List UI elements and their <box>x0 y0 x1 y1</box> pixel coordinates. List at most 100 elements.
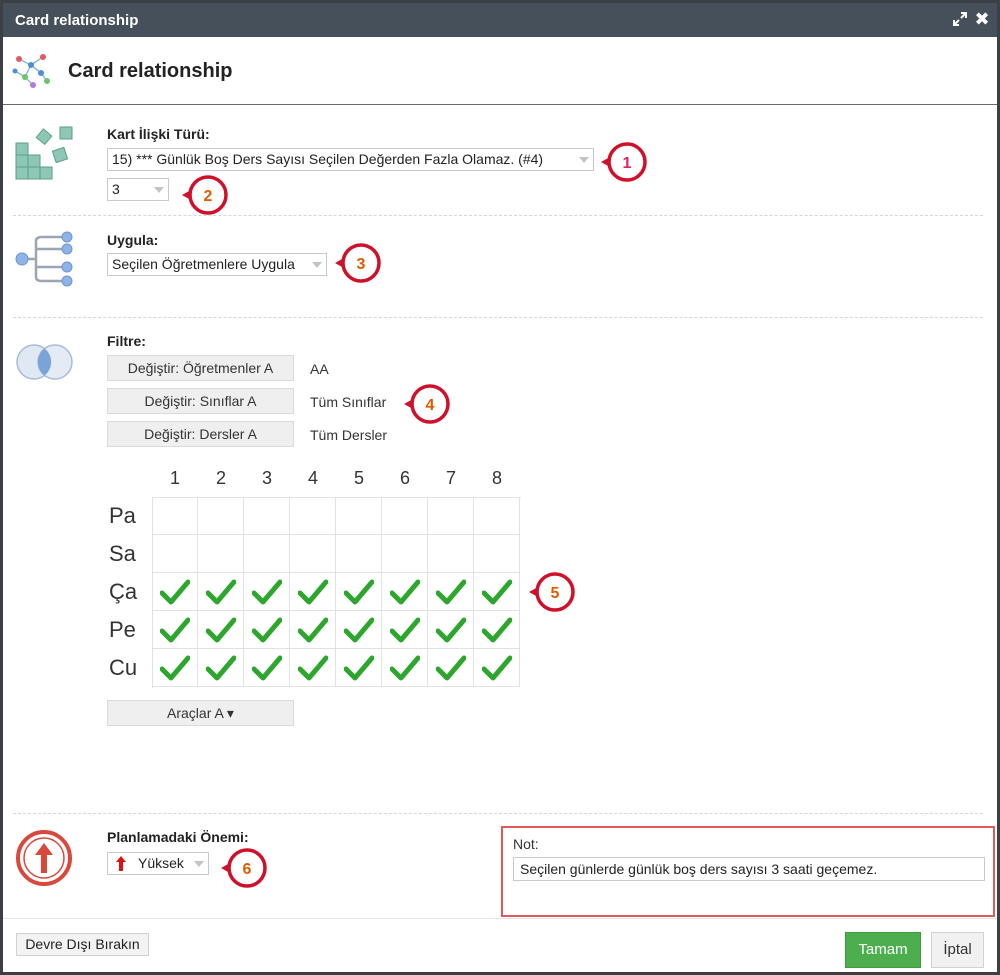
change-lessons-button[interactable]: Değiştir: Dersler A <box>107 421 294 447</box>
network-icon <box>11 49 51 96</box>
grid-cell[interactable] <box>336 611 382 649</box>
grid-row-header[interactable]: Cu <box>109 655 149 681</box>
grid-row-header[interactable]: Pa <box>109 503 149 529</box>
grid-cell[interactable] <box>290 573 336 611</box>
grid-cell[interactable] <box>428 535 474 573</box>
venn-icon <box>14 343 76 386</box>
checkmark-icon <box>159 654 191 682</box>
checkmark-icon <box>343 616 375 644</box>
grid-cell[interactable] <box>290 649 336 687</box>
grid-row-header[interactable]: Pe <box>109 617 149 643</box>
checkmark-icon <box>297 654 329 682</box>
checkmark-icon <box>159 616 191 644</box>
grid-cell[interactable] <box>152 497 198 535</box>
chevron-down-icon <box>312 262 322 268</box>
callout-badge: 3 <box>335 243 381 283</box>
grid-cell[interactable] <box>474 573 520 611</box>
title-bar: Card relationship ✖ <box>3 3 997 37</box>
grid-column-header[interactable]: 2 <box>198 468 244 489</box>
grid-column-header[interactable]: 3 <box>244 468 290 489</box>
grid-cell[interactable] <box>152 535 198 573</box>
grid-cell[interactable] <box>198 535 244 573</box>
grid-cell[interactable] <box>336 573 382 611</box>
apply-select[interactable]: Seçilen Öğretmenlere Uygula <box>107 253 327 276</box>
ok-button[interactable]: Tamam <box>845 932 921 968</box>
grid-column-header[interactable]: 8 <box>474 468 520 489</box>
grid-cell[interactable] <box>244 611 290 649</box>
grid-column-header[interactable]: 1 <box>152 468 198 489</box>
grid-cell[interactable] <box>474 611 520 649</box>
grid-cell[interactable] <box>290 497 336 535</box>
change-classes-button[interactable]: Değiştir: Sınıflar A <box>107 388 294 414</box>
grid-cell[interactable] <box>428 573 474 611</box>
grid-cell[interactable] <box>244 573 290 611</box>
chevron-down-icon <box>579 157 589 163</box>
grid-column-header[interactable]: 5 <box>336 468 382 489</box>
relation-value-selected: 3 <box>112 181 120 197</box>
grid-cell[interactable] <box>382 573 428 611</box>
grid-cell[interactable] <box>428 649 474 687</box>
checkmark-icon <box>481 616 513 644</box>
grid-cell[interactable] <box>336 497 382 535</box>
grid-cell[interactable] <box>198 649 244 687</box>
checkmark-icon <box>297 616 329 644</box>
checkmark-icon <box>159 578 191 606</box>
grid-cell[interactable] <box>198 611 244 649</box>
grid-cell[interactable] <box>428 611 474 649</box>
callout-badge: 2 <box>182 175 228 215</box>
grid-cell[interactable] <box>474 535 520 573</box>
grid-cell[interactable] <box>428 497 474 535</box>
note-label: Not: <box>513 836 539 852</box>
arrow-up-circle-icon <box>15 829 73 892</box>
close-icon[interactable]: ✖ <box>973 9 991 29</box>
callout-badge: 1 <box>601 142 647 182</box>
grid-cell[interactable] <box>152 573 198 611</box>
filter-label: Filtre: <box>107 333 146 349</box>
grid-cell[interactable] <box>382 611 428 649</box>
svg-text:4: 4 <box>426 397 435 414</box>
relation-type-select[interactable]: 15) *** Günlük Boş Ders Sayısı Seçilen D… <box>107 148 594 171</box>
checkmark-icon <box>481 578 513 606</box>
grid-column-header[interactable]: 6 <box>382 468 428 489</box>
grid-cell[interactable] <box>152 649 198 687</box>
callout-badge: 5 <box>529 572 575 612</box>
blocks-icon <box>14 123 76 188</box>
grid-cell[interactable] <box>198 497 244 535</box>
grid-cell[interactable] <box>244 497 290 535</box>
grid-cell[interactable] <box>336 535 382 573</box>
checkmark-icon <box>481 654 513 682</box>
grid-column-header[interactable]: 7 <box>428 468 474 489</box>
grid-cell[interactable] <box>244 649 290 687</box>
checkmark-icon <box>389 578 421 606</box>
chevron-down-icon <box>194 861 204 867</box>
grid-cell[interactable] <box>382 535 428 573</box>
checkmark-icon <box>435 616 467 644</box>
relation-value-select[interactable]: 3 <box>107 178 169 201</box>
svg-text:1: 1 <box>623 155 632 172</box>
note-input[interactable] <box>513 857 985 881</box>
grid-row-header[interactable]: Ça <box>109 579 149 605</box>
change-teachers-button[interactable]: Değiştir: Öğretmenler A <box>107 355 294 381</box>
maximize-icon[interactable] <box>953 12 967 26</box>
grid-cell[interactable] <box>336 649 382 687</box>
svg-text:6: 6 <box>243 861 252 878</box>
grid-cell[interactable] <box>198 573 244 611</box>
dialog-title: Card relationship <box>68 60 233 82</box>
grid-cell[interactable] <box>474 497 520 535</box>
checkmark-icon <box>251 616 283 644</box>
grid-column-header[interactable]: 4 <box>290 468 336 489</box>
grid-cell[interactable] <box>290 611 336 649</box>
disable-button[interactable]: Devre Dışı Bırakın <box>16 933 149 956</box>
grid-row-header[interactable]: Sa <box>109 541 149 567</box>
grid-cell[interactable] <box>152 611 198 649</box>
grid-cell[interactable] <box>244 535 290 573</box>
grid-cell[interactable] <box>290 535 336 573</box>
tools-button[interactable]: Araçlar A ▾ <box>107 700 294 726</box>
grid-cell[interactable] <box>382 497 428 535</box>
importance-select[interactable]: Yüksek <box>107 852 209 875</box>
cancel-button[interactable]: İptal <box>931 932 984 968</box>
section-divider <box>13 813 983 814</box>
grid-cell[interactable] <box>382 649 428 687</box>
grid-cell[interactable] <box>474 649 520 687</box>
checkmark-icon <box>435 578 467 606</box>
